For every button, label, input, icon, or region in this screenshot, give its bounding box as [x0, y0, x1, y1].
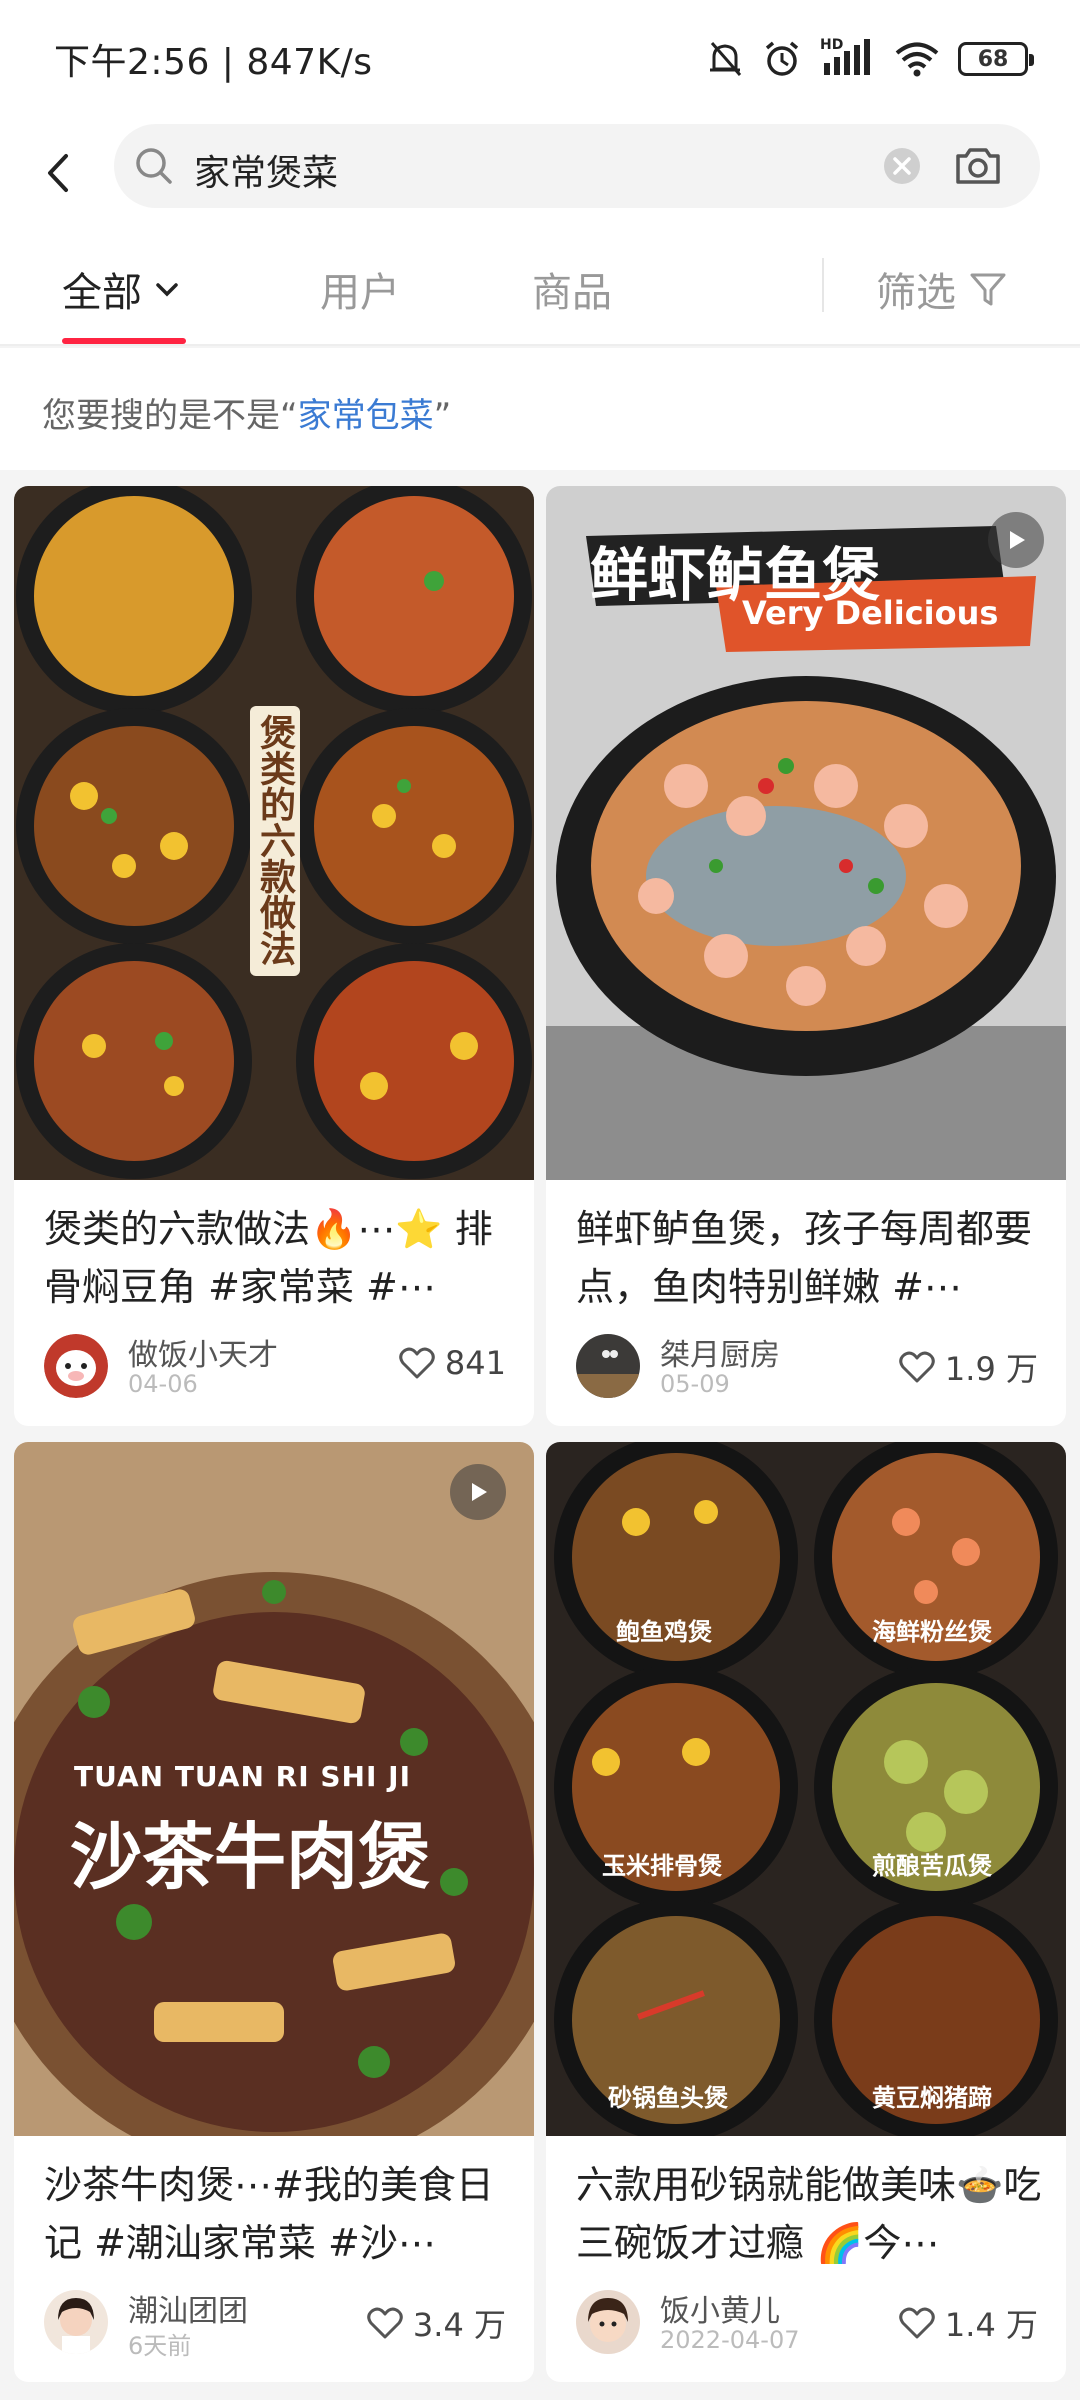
author-name[interactable]: 桀月厨房: [660, 1330, 780, 1374]
note-title: 鲜虾鲈鱼煲，孩子每周都要点，鱼肉特别鲜嫩 #⋯: [576, 1207, 1033, 1309]
tab-all-label: 全部: [62, 270, 142, 316]
active-tab-indicator: [62, 338, 186, 344]
dish-label: 玉米排骨煲: [602, 1852, 722, 1880]
like-button[interactable]: 3.4 万: [367, 2300, 506, 2346]
cover-overlay-text: 煲类的六款做法: [254, 714, 295, 966]
like-count: 1.4 万: [944, 2306, 1038, 2344]
wifi-icon: [895, 42, 939, 77]
suggestion-text: 您要搜的是不是“家常包菜”: [42, 388, 451, 437]
battery-icon: 68: [958, 42, 1034, 76]
camera-search-icon[interactable]: [952, 140, 1004, 192]
tab-users[interactable]: 用户: [320, 260, 400, 318]
post-date: 05-09: [660, 1370, 730, 1398]
status-time-speed: 下午2:56 | 847K/s: [54, 42, 373, 83]
cover-overlay-title: 煲类的六款做法: [250, 714, 300, 966]
suggestion-keyword-link[interactable]: 家常包菜: [298, 396, 434, 436]
suggestion-prefix: 您要搜的是不是“: [42, 396, 298, 436]
note-footer: 饭小黄儿 2022-04-07 1.4 万: [576, 2286, 1038, 2358]
play-icon: [1010, 531, 1025, 549]
status-bar: 下午2:56 | 847K/s HD 68: [0, 0, 1080, 118]
filter-icon: [970, 273, 1006, 306]
heart-icon: [367, 2307, 403, 2339]
search-query: 家常煲菜: [194, 153, 339, 194]
author-name[interactable]: 饭小黄儿: [660, 2286, 780, 2330]
like-count: 1.9 万: [944, 1350, 1038, 1388]
note-title: 沙茶牛肉煲⋯#我的美食日记 #潮汕家常菜 #沙⋯: [44, 2163, 494, 2265]
status-icons: HD 68: [706, 37, 1034, 79]
heart-icon: [899, 2307, 935, 2339]
post-date: 6天前: [128, 2332, 192, 2360]
cover-overlay-subtitle: TUAN TUAN RI SHI JI: [74, 1760, 411, 1793]
mute-bell-icon: [710, 42, 742, 76]
avatar[interactable]: [576, 2290, 640, 2354]
tab-all[interactable]: 全部: [62, 260, 182, 318]
tab-divider: [822, 258, 824, 312]
avatar[interactable]: [44, 1334, 108, 1398]
video-play-button[interactable]: [988, 512, 1044, 568]
like-button[interactable]: 1.4 万: [899, 2300, 1038, 2346]
search-row: 家常煲菜: [0, 118, 1080, 230]
suggestion-suffix: ”: [433, 396, 452, 436]
dish-label: 鲍鱼鸡煲: [616, 1618, 712, 1646]
alarm-icon: [765, 41, 799, 76]
note-cover-image: [546, 1442, 1066, 2136]
filter-label: 筛选: [876, 270, 956, 316]
note-card[interactable]: 鲜虾鲈鱼煲 Very Delicious 鲜虾鲈鱼煲，孩子每周都要点，鱼肉特别鲜…: [546, 486, 1066, 1426]
like-count: 841: [444, 1344, 506, 1382]
dish-label: 煎酿苦瓜煲: [872, 1852, 992, 1880]
video-play-button[interactable]: [450, 1464, 506, 1520]
like-count: 3.4 万: [412, 2306, 506, 2344]
chevron-down-icon: [156, 283, 178, 297]
cover-overlay-subtitle: Very Delicious: [742, 594, 999, 632]
suggestion-bar: 您要搜的是不是“家常包菜”: [0, 348, 1080, 470]
cover-overlay-title: 沙茶牛肉煲: [70, 1815, 431, 1899]
tab-goods[interactable]: 商品: [532, 260, 612, 318]
dish-label: 海鲜粉丝煲: [872, 1618, 992, 1646]
clear-icon[interactable]: [880, 144, 924, 188]
like-button[interactable]: 1.9 万: [899, 1344, 1038, 1390]
note-title: 六款用砂锅就能做美味🍲吃三碗饭才过瘾 🌈今⋯: [576, 2163, 1042, 2265]
author-name[interactable]: 做饭小天才: [128, 1330, 278, 1374]
note-footer: 桀月厨房 05-09 1.9 万: [576, 1330, 1038, 1402]
author-name[interactable]: 潮汕团团: [128, 2286, 248, 2330]
back-arrow-icon[interactable]: [30, 142, 92, 204]
search-input[interactable]: 家常煲菜: [114, 124, 1040, 208]
heart-icon: [899, 1351, 935, 1383]
avatar[interactable]: [576, 1334, 640, 1398]
avatar[interactable]: [44, 2290, 108, 2354]
filter-button[interactable]: 筛选: [876, 260, 1008, 318]
dish-label: 砂锅鱼头煲: [608, 2084, 728, 2112]
post-date: 2022-04-07: [660, 2326, 800, 2354]
note-card[interactable]: 煲类的六款做法 煲类的六款做法🔥⋯⭐ 排骨焖豆角 #家常菜 #⋯ 做饭小天才 0…: [14, 486, 534, 1426]
signal-icon: HD: [820, 37, 876, 79]
note-footer: 做饭小天才 04-06 841: [44, 1330, 506, 1402]
dish-label: 黄豆焖猪蹄: [872, 2084, 992, 2112]
note-title: 煲类的六款做法🔥⋯⭐ 排骨焖豆角 #家常菜 #⋯: [44, 1207, 493, 1309]
note-card[interactable]: 鲍鱼鸡煲 海鲜粉丝煲 玉米排骨煲 煎酿苦瓜煲 砂锅鱼头煲 黄豆焖猪蹄 六款用砂锅…: [546, 1442, 1066, 2382]
search-icon: [136, 148, 172, 184]
play-icon: [472, 1483, 487, 1501]
note-card[interactable]: TUAN TUAN RI SHI JI 沙茶牛肉煲 沙茶牛肉煲⋯#我的美食日记 …: [14, 1442, 534, 2382]
note-footer: 潮汕团团 6天前 3.4 万: [44, 2286, 506, 2360]
post-date: 04-06: [128, 1370, 198, 1398]
heart-icon: [399, 1347, 435, 1379]
battery-level: 68: [977, 46, 1009, 72]
search-tabs: 全部 用户 商品 筛选: [0, 230, 1080, 346]
like-button[interactable]: 841: [399, 1344, 506, 1382]
